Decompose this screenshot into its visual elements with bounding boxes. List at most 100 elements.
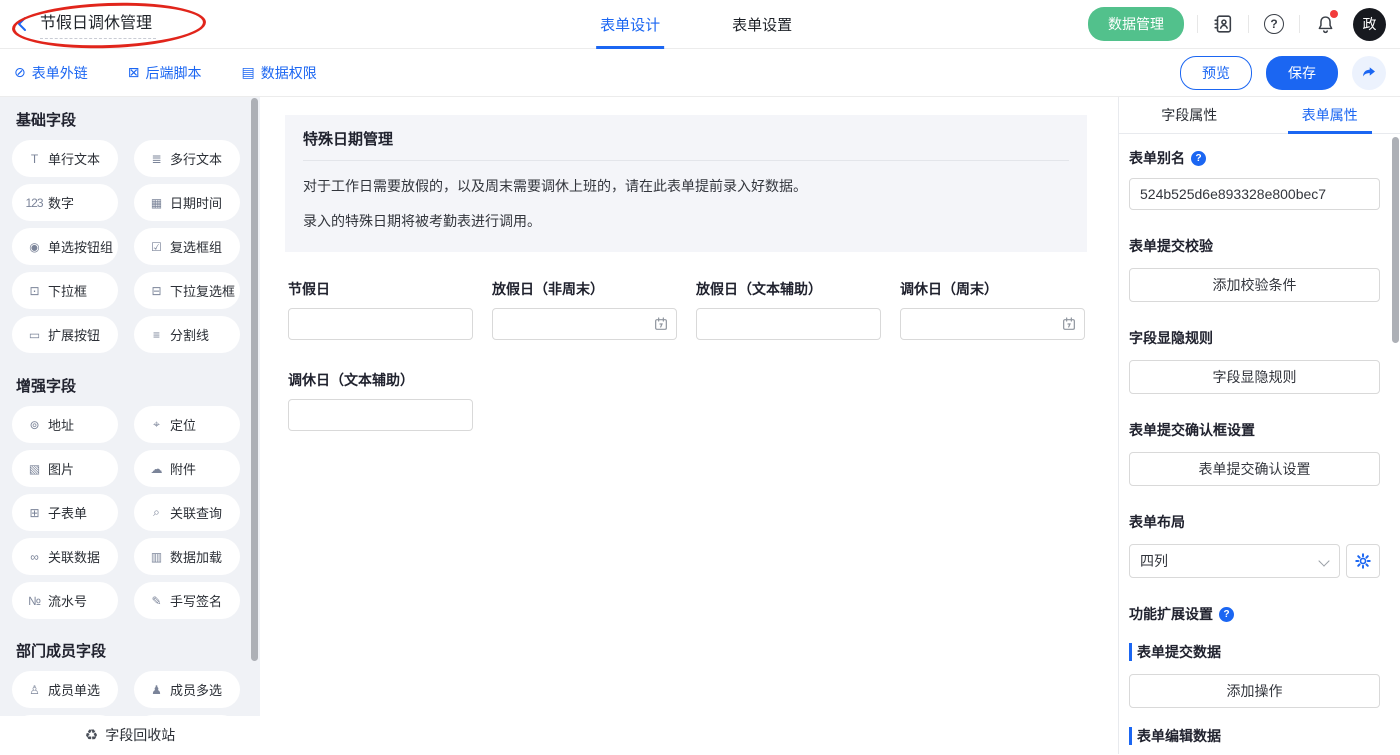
form-field[interactable]: 调休日（文本辅助） (288, 370, 473, 431)
sidebar-field-item[interactable]: ⊟ 下拉复选框 (134, 272, 240, 309)
preview-button[interactable]: 预览 (1180, 56, 1252, 90)
toolbar-right: 预览 保存 (1180, 56, 1386, 90)
save-button[interactable]: 保存 (1266, 56, 1338, 90)
sidebar-field-item[interactable]: ♙ 成员单选 (12, 671, 118, 708)
form-field[interactable]: 放假日（非周末） (492, 279, 677, 340)
property-group-label: 表单提交校验 (1129, 236, 1380, 256)
field-type-icon: ▧ (25, 462, 43, 476)
toolbar-links: ⊘ 表单外链 ⊠ 后端脚本 ▤ 数据权限 (14, 63, 317, 83)
divider (1299, 15, 1300, 33)
form-layout-select[interactable]: 四列 (1129, 544, 1340, 578)
field-type-label: 扩展按钮 (48, 325, 100, 344)
field-type-icon: ⊡ (25, 284, 43, 298)
back-title-group[interactable]: 节假日调休管理 (14, 9, 156, 39)
tab-form-properties[interactable]: 表单属性 (1260, 97, 1400, 133)
sidebar-field-item[interactable]: ▥ 数据加载 (134, 538, 240, 575)
field-type-icon: ▥ (147, 550, 165, 564)
field-type-label: 数字 (48, 193, 74, 212)
form-field-label: 调休日（周末） (900, 279, 1085, 299)
sidebar-field-item[interactable]: 123 数字 (12, 184, 118, 221)
notification-bell-icon[interactable] (1313, 12, 1337, 36)
form-field-input[interactable] (900, 308, 1085, 340)
property-group-button[interactable]: 字段显隐规则 (1129, 360, 1380, 394)
field-type-icon: ☁ (147, 462, 165, 476)
sidebar-field-item[interactable]: ☑ 复选框组 (134, 228, 240, 265)
sidebar-field-item[interactable]: ♟ 成员多选 (134, 671, 240, 708)
sidebar-field-item[interactable]: ⌖ 定位 (134, 406, 240, 443)
toolbar-link[interactable]: ⊠ 后端脚本 (128, 63, 202, 83)
sidebar-field-item[interactable]: T 单行文本 (12, 140, 118, 177)
back-icon[interactable] (14, 15, 32, 33)
form-field-input[interactable] (696, 308, 881, 340)
property-group-button[interactable]: 添加校验条件 (1129, 268, 1380, 302)
member-fields-grid: ♙ 成员单选 ♟ 成员多选 (12, 671, 248, 708)
form-alias-label: 表单别名 (1129, 148, 1185, 168)
sidebar-field-item[interactable]: ∞ 关联数据 (12, 538, 118, 575)
share-button[interactable] (1352, 56, 1386, 90)
sidebar-scrollbar-thumb[interactable] (251, 98, 258, 661)
help-icon[interactable]: ? (1191, 151, 1206, 166)
tab-field-properties[interactable]: 字段属性 (1119, 97, 1260, 133)
properties-tabs: 字段属性 表单属性 (1119, 97, 1400, 134)
gear-icon (1354, 552, 1372, 570)
sidebar-field-item[interactable]: ▧ 图片 (12, 450, 118, 487)
enhanced-fields-grid: ⊚ 地址 ⌖ 定位 ▧ 图片 ☁ 附件 (12, 406, 248, 619)
layout-settings-button[interactable] (1346, 544, 1380, 578)
add-action-button[interactable]: 添加操作 (1129, 674, 1380, 708)
sidebar-field-item[interactable]: ⊞ 子表单 (12, 494, 118, 531)
toolbar-link[interactable]: ⊘ 表单外链 (14, 63, 88, 83)
sidebar-field-item[interactable]: ⊚ 地址 (12, 406, 118, 443)
sidebar-field-item[interactable]: ≣ 多行文本 (134, 140, 240, 177)
form-field[interactable]: 放假日（文本辅助） (696, 279, 881, 340)
sidebar-field-item[interactable]: ◉ 单选按钮组 (12, 228, 118, 265)
avatar[interactable]: 政 (1353, 8, 1386, 41)
tab-form-settings[interactable]: 表单设置 (732, 0, 792, 49)
help-icon[interactable]: ? (1262, 12, 1286, 36)
form-field-input[interactable] (288, 308, 473, 340)
extension-group-label: 表单提交数据 (1129, 642, 1380, 662)
help-icon[interactable]: ? (1219, 607, 1234, 622)
sidebar-field-item[interactable]: ✎ 手写签名 (134, 582, 240, 619)
form-alias-label-row: 表单别名 ? (1129, 148, 1380, 168)
form-field-label: 放假日（非周末） (492, 279, 677, 299)
toolbar-link-label: 数据权限 (261, 63, 317, 83)
sidebar-field-item[interactable]: ⊡ 下拉框 (12, 272, 118, 309)
field-type-label: 成员单选 (48, 680, 100, 699)
toolbar-link-icon: ⊘ (14, 64, 26, 81)
sidebar-field-item[interactable]: ☁ 附件 (134, 450, 240, 487)
form-field-label: 调休日（文本辅助） (288, 370, 473, 390)
form-field-input[interactable] (288, 399, 473, 431)
sidebar-field-item[interactable]: ▭ 扩展按钮 (12, 316, 118, 353)
sidebar-field-item[interactable]: № 流水号 (12, 582, 118, 619)
form-canvas[interactable]: 特殊日期管理 对于工作日需要放假的，以及周末需要调休上班的，请在此表单提前录入好… (260, 97, 1118, 754)
sidebar-field-item[interactable]: ⌕ 关联查询 (134, 494, 240, 531)
notification-badge (1330, 10, 1338, 18)
form-intro-block[interactable]: 特殊日期管理 对于工作日需要放假的，以及周末需要调休上班的，请在此表单提前录入好… (285, 115, 1087, 252)
field-type-label: 下拉复选框 (170, 281, 235, 300)
field-type-label: 多行文本 (170, 149, 222, 168)
property-group-button[interactable]: 表单提交确认设置 (1129, 452, 1380, 486)
sidebar-field-item[interactable]: ≡ 分割线 (134, 316, 240, 353)
toolbar-link-label: 后端脚本 (145, 63, 201, 83)
form-field[interactable]: 调休日（周末） (900, 279, 1085, 340)
field-type-label: 关联数据 (48, 547, 100, 566)
field-type-icon: ☑ (147, 240, 165, 254)
toolbar-link[interactable]: ▤ 数据权限 (241, 63, 316, 83)
field-type-label: 附件 (170, 459, 196, 478)
field-type-icon: T (25, 152, 43, 166)
form-field-input[interactable] (492, 308, 677, 340)
form-alias-input[interactable] (1129, 178, 1380, 210)
tab-form-design[interactable]: 表单设计 (600, 0, 660, 49)
field-type-label: 手写签名 (170, 591, 222, 610)
sidebar-field-item[interactable]: ▦ 日期时间 (134, 184, 240, 221)
data-manage-button[interactable]: 数据管理 (1088, 7, 1184, 41)
properties-scrollbar-thumb[interactable] (1392, 137, 1399, 343)
page-title[interactable]: 节假日调休管理 (40, 9, 156, 39)
form-field[interactable]: 节假日 (288, 279, 473, 340)
contacts-icon[interactable] (1211, 12, 1235, 36)
field-type-label: 日期时间 (170, 193, 222, 212)
field-recycle-bin[interactable]: ♻ 字段回收站 (0, 716, 260, 754)
field-palette-sidebar: 基础字段 T 单行文本 ≣ 多行文本 123 数字 (0, 97, 260, 754)
divider (1197, 15, 1198, 33)
field-type-label: 数据加载 (170, 547, 222, 566)
